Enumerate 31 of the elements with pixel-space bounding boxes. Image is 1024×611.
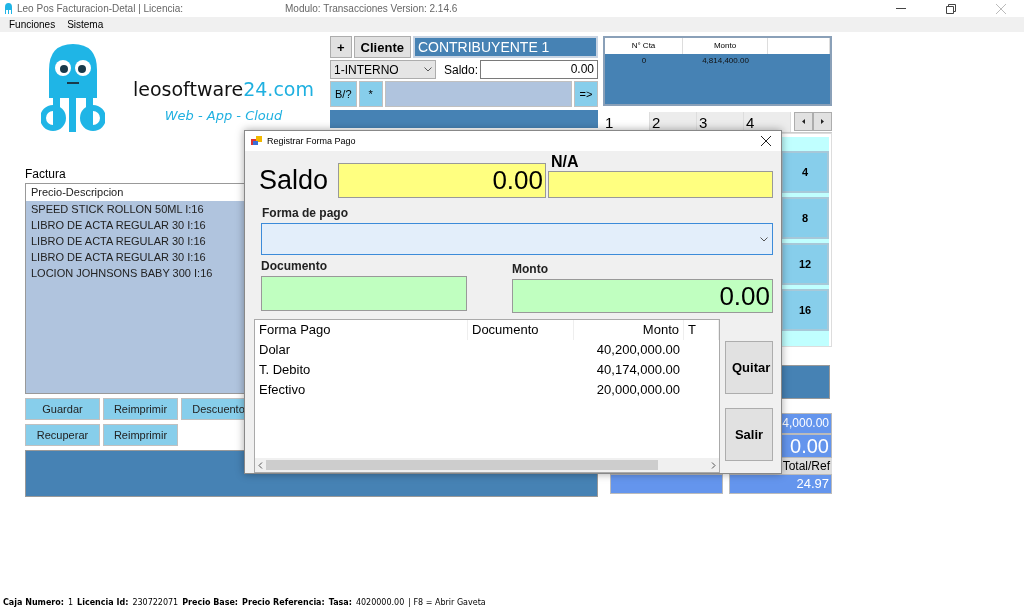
table-cell-text: 0 bbox=[640, 55, 648, 67]
status-label: Licencia Id: bbox=[77, 598, 129, 607]
na-label: N/A bbox=[550, 153, 580, 171]
logo-text: leosoftware24.com bbox=[133, 78, 314, 100]
status-label: Precio Base: bbox=[182, 598, 239, 607]
column-header: Monto bbox=[683, 38, 768, 54]
balance-label: Saldo: bbox=[444, 62, 479, 77]
table-cell-text: T. Debito bbox=[258, 361, 312, 379]
module-version: Modulo: Transacciones Version: 2.14.6 bbox=[285, 3, 458, 14]
status-value: 230722071 bbox=[132, 598, 179, 607]
column-header: N° Cta bbox=[605, 38, 683, 54]
dialog-title: Registrar Forma Pago bbox=[267, 136, 356, 146]
payment-method-label: Forma de pago bbox=[262, 206, 349, 220]
table-cell-text: 40,200,000.00 bbox=[595, 341, 681, 359]
document-label: Documento bbox=[261, 259, 328, 273]
status-text: | F8 = Abrir Gaveta bbox=[408, 598, 486, 607]
total-ref-field: 24.97 bbox=[729, 474, 832, 494]
amount-label: Monto bbox=[512, 262, 549, 276]
invoice-title: Factura bbox=[25, 167, 66, 183]
status-value: 4020000.00 bbox=[355, 598, 405, 607]
table-cell-text: 4,814,400.00 bbox=[701, 55, 750, 67]
status-label: Caja Numero: bbox=[3, 598, 64, 607]
status-label: Tasa: bbox=[328, 598, 352, 607]
table-cell-text: Efectivo bbox=[258, 381, 307, 399]
table-cell-text: 40,174,000.00 bbox=[595, 361, 681, 379]
status-value: 1 bbox=[68, 598, 74, 607]
status-label: Precio Referencia: bbox=[242, 598, 325, 607]
window-title: Leo Pos Facturacion-Detal | Licencia: bbox=[17, 3, 184, 14]
table-cell-text: Dolar bbox=[258, 341, 292, 359]
tagline: Web - App - Cloud bbox=[164, 108, 283, 123]
table-cell-text: 20,000,000.00 bbox=[595, 381, 681, 399]
